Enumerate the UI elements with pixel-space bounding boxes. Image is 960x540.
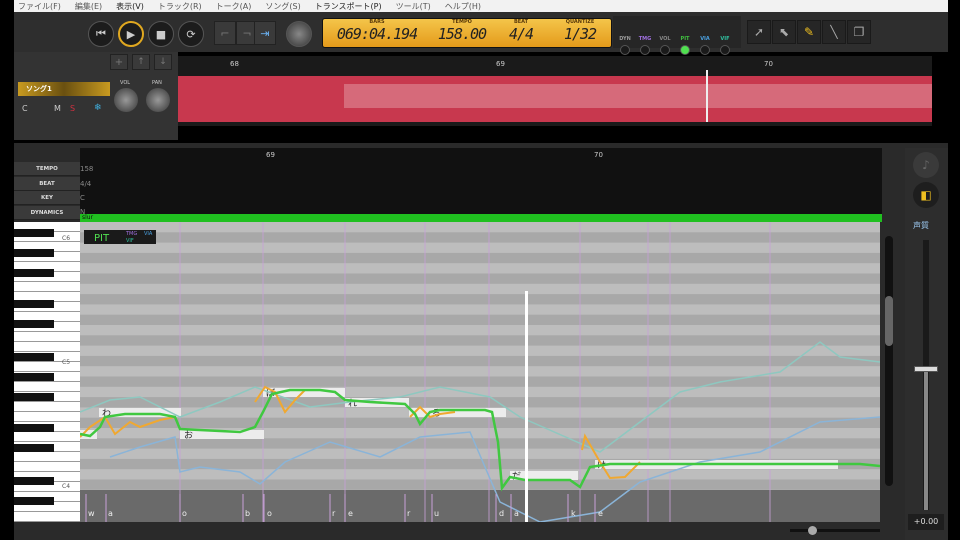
song-region[interactable] (178, 70, 932, 122)
tempo-value[interactable]: 158.00 (429, 25, 495, 43)
mute-button[interactable]: M (54, 104, 61, 113)
phoneme-lane[interactable] (80, 490, 880, 522)
mode-pit[interactable]: PIT (676, 36, 694, 55)
phoneme[interactable]: o (182, 509, 187, 518)
tmg-badge[interactable]: TMG (125, 231, 137, 237)
tempo-value: 158 (80, 165, 94, 173)
rewind-button[interactable]: ⏮ (88, 21, 114, 47)
mode-vol[interactable]: VOL (656, 36, 674, 55)
select-tool-icon[interactable]: ➚ (747, 20, 771, 44)
track-c-button[interactable]: C (22, 104, 28, 113)
slur-bar[interactable]: slur (80, 214, 882, 222)
quantize-value[interactable]: 1/32 (553, 25, 607, 43)
menu-track[interactable]: トラック(R) (158, 1, 202, 12)
range-select-tool-icon[interactable]: ⬉ (772, 20, 796, 44)
menu-bar: ファイル(F) 編集(E) 表示(V) トラック(R) トーク(A) ソング(S… (14, 0, 948, 12)
vol-label: VOL (120, 80, 131, 86)
conductor-track (80, 148, 882, 220)
phoneme[interactable]: b (245, 509, 250, 518)
phoneme[interactable]: k (571, 509, 576, 518)
c4-label: C4 (62, 483, 71, 490)
parameter-mode-panel: DYN TMG VOL PIT VIA VIF (613, 16, 741, 55)
track-panel: + ↑ ↓ ソング1 C M S ❄ VOL PAN (14, 52, 178, 140)
menu-help[interactable]: ヘルプ(H) (445, 1, 481, 12)
c5-label: C5 (62, 359, 71, 366)
dynamics-header: DYNAMICS (14, 206, 80, 220)
mode-via[interactable]: VIA (696, 36, 714, 55)
loop-start-button[interactable]: ⌐ (214, 21, 236, 45)
voice-quality-label: 声質 (913, 221, 929, 230)
note-icon[interactable]: ♪ (913, 152, 939, 178)
pit-label: PIT (94, 233, 110, 244)
menu-talk[interactable]: トーク(A) (216, 1, 252, 12)
phoneme[interactable]: a (514, 509, 519, 518)
mode-dyn[interactable]: DYN (616, 36, 634, 55)
c6-label: C6 (62, 235, 71, 242)
editor-ruler-69: 69 (266, 151, 275, 159)
master-volume-knob[interactable] (286, 21, 312, 47)
volume-knob[interactable] (114, 88, 138, 112)
menu-transport[interactable]: トランスポート(P) (315, 1, 382, 12)
pan-label: PAN (152, 80, 162, 86)
phoneme[interactable]: a (108, 509, 113, 518)
freeze-icon[interactable]: ❄ (94, 103, 102, 113)
menu-song[interactable]: ソング(S) (265, 1, 300, 12)
piano-roll[interactable]: PIT TMG VIA VIF わ お ぼ れ る だ け w a o b o … (80, 222, 880, 522)
track-name[interactable]: ソング1 (18, 82, 110, 96)
editor-ruler-70: 70 (594, 151, 603, 159)
pan-knob[interactable] (146, 88, 170, 112)
vif-badge[interactable]: VIF (126, 238, 134, 244)
ruler-bar-68: 68 (230, 60, 239, 68)
speaker-icon[interactable]: ◧ (913, 182, 939, 208)
phoneme[interactable]: w (88, 509, 95, 518)
menu-file[interactable]: ファイル(F) (18, 1, 61, 12)
beat-value[interactable]: 4/4 (501, 25, 541, 43)
arrangement-view[interactable]: 68 69 70 (178, 56, 932, 126)
right-panel: ♪ ◧ 声質 +0.00 (905, 148, 948, 540)
menu-view[interactable]: 表示(V) (116, 1, 144, 12)
horizontal-zoom-slider[interactable] (790, 526, 880, 535)
bars-value: 069:04.194 (336, 25, 418, 43)
vertical-scrollbar[interactable] (885, 236, 893, 486)
play-button[interactable]: ▶ (118, 21, 144, 47)
note-lyric: お (184, 430, 193, 441)
mode-tmg[interactable]: TMG (636, 36, 654, 55)
loop-button[interactable]: ⟳ (178, 21, 204, 47)
move-track-up-button[interactable]: ↑ (132, 54, 150, 70)
beat-header: BEAT (14, 177, 80, 191)
move-track-down-button[interactable]: ↓ (154, 54, 172, 70)
piano-keyboard[interactable]: C6 C5 C4 (14, 222, 80, 522)
phoneme[interactable]: e (598, 509, 603, 518)
phoneme[interactable]: u (434, 509, 439, 518)
phoneme[interactable]: d (499, 509, 504, 518)
phoneme[interactable]: o (267, 509, 272, 518)
menu-edit[interactable]: 編集(E) (75, 1, 102, 12)
voice-quality-slider[interactable] (914, 240, 938, 510)
solo-button[interactable]: S (70, 104, 75, 113)
ruler-bar-69: 69 (496, 60, 505, 68)
stop-button[interactable]: ■ (148, 21, 174, 47)
copy-tool-icon[interactable]: ❐ (847, 20, 871, 44)
voice-quality-value[interactable]: +0.00 (908, 514, 944, 530)
key-header: KEY (14, 191, 80, 205)
menu-tools[interactable]: ツール(T) (396, 1, 431, 12)
via-badge[interactable]: VIA (144, 231, 153, 237)
transport-display: BARS 069:04.194 TEMPO 158.00 BEAT 4/4 QUANT… (322, 18, 612, 48)
phoneme[interactable]: e (348, 509, 353, 518)
auto-scroll-button[interactable]: ⇥ (254, 21, 276, 45)
mode-vif[interactable]: VIF (716, 36, 734, 55)
playhead-line[interactable] (525, 291, 528, 522)
pencil-tool-icon[interactable]: ✎ (797, 20, 821, 44)
beat-value: 4/4 (80, 180, 92, 188)
tempo-header: TEMPO (14, 162, 80, 176)
line-tool-icon[interactable]: ╲ (822, 20, 846, 44)
playhead[interactable] (706, 70, 708, 122)
add-track-button[interactable]: + (110, 54, 128, 70)
ruler-bar-70: 70 (764, 60, 773, 68)
key-value: C (80, 194, 85, 202)
